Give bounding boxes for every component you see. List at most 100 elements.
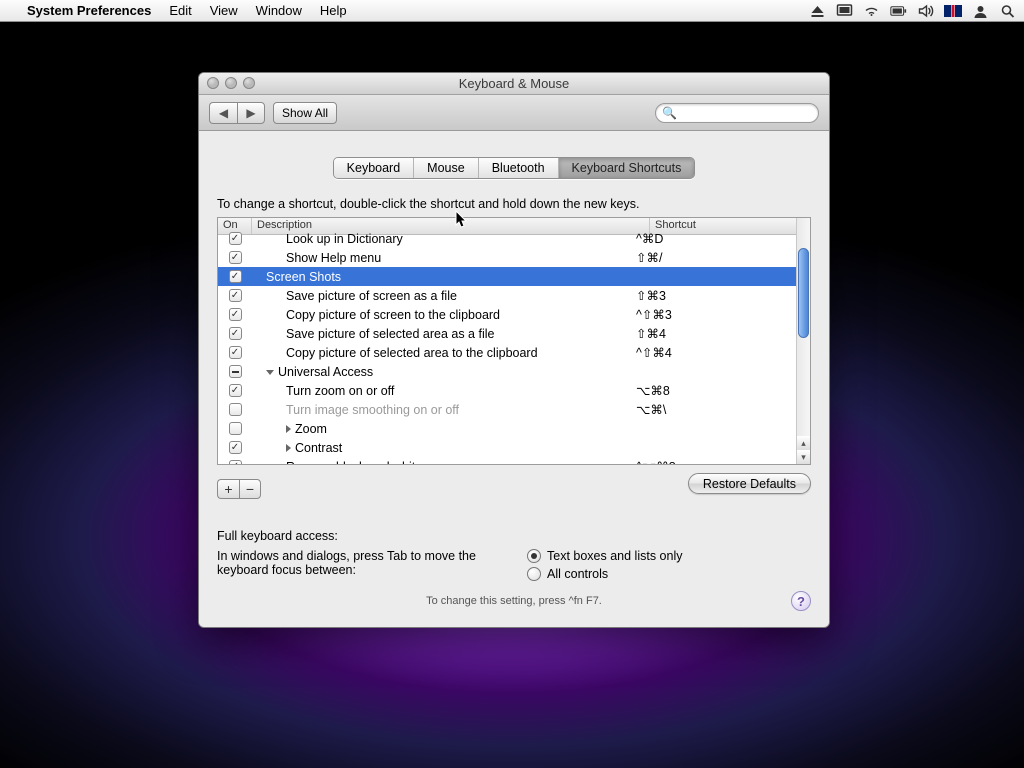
add-remove-group: + − [217,479,261,499]
menubar-window[interactable]: Window [247,3,311,18]
back-button[interactable]: ◀ [209,102,237,124]
input-source-icon[interactable] [944,5,962,17]
add-button[interactable]: + [217,479,239,499]
display-icon[interactable] [836,4,853,18]
table-row[interactable]: ✓ Save picture of screen as a file ⇧⌘3 [218,286,810,305]
tab-keyboard-shortcuts[interactable]: Keyboard Shortcuts [559,158,695,178]
shortcuts-table: On Description Shortcut ✓Look up in Dict… [217,217,811,465]
table-row[interactable]: ✓ Show Help menu ⇧⌘/ [218,248,810,267]
menubar-help[interactable]: Help [311,3,356,18]
row-shortcut[interactable]: ⇧⌘4 [636,326,796,341]
table-row[interactable]: ✓ Turn zoom on or off ⌥⌘8 [218,381,810,400]
row-shortcut[interactable]: ⌥⌘\ [636,402,796,417]
radio-label: All controls [547,567,608,581]
menubar-view[interactable]: View [201,3,247,18]
checkbox[interactable]: ✓ [229,460,242,464]
radio-text-boxes-only[interactable]: Text boxes and lists only [527,549,683,563]
checkbox[interactable]: ✓ [229,251,242,264]
fka-description: In windows and dialogs, press Tab to mov… [217,549,507,585]
spotlight-icon[interactable] [999,4,1016,18]
restore-defaults-button[interactable]: Restore Defaults [688,473,811,494]
row-shortcut[interactable]: ^⇧⌘3 [636,307,796,322]
table-row[interactable]: ✓Copy picture of screen to the clipboard… [218,305,810,324]
help-button[interactable]: ? [791,591,811,611]
menubar: System Preferences Edit View Window Help [0,0,1024,22]
scrollbar-track[interactable] [797,218,810,436]
table-row[interactable]: ✓Reverse black and white^⌥⌘8 [218,457,810,464]
row-label: Zoom [295,422,327,436]
scrollbar-thumb[interactable] [798,248,809,338]
row-shortcut[interactable]: ⇧⌘/ [636,250,796,265]
wifi-icon[interactable] [863,4,880,18]
checkbox[interactable] [229,403,242,416]
row-label: Save picture of screen as a file [286,289,457,303]
table-row[interactable]: ✓ Contrast [218,438,810,457]
table-row[interactable]: ✓Copy picture of selected area to the cl… [218,343,810,362]
checkbox[interactable]: ✓ [229,346,242,359]
row-shortcut[interactable]: ^⇧⌘4 [636,345,796,360]
remove-button[interactable]: − [239,479,261,499]
content-area: KeyboardMouseBluetoothKeyboard Shortcuts… [199,131,829,627]
radio-all-controls[interactable]: All controls [527,567,683,581]
tab-mouse[interactable]: Mouse [414,158,479,178]
checkbox[interactable]: ✓ [229,289,242,302]
checkbox[interactable]: ✓ [229,270,242,283]
fka-title: Full keyboard access: [217,529,811,543]
radio-dot-icon [527,549,541,563]
search-input[interactable] [681,106,812,120]
fka-hint: To change this setting, press ^fn F7. [217,595,811,607]
table-row[interactable]: Zoom [218,419,810,438]
checkbox[interactable]: ✓ [229,232,242,245]
table-body[interactable]: ✓ Look up in Dictionary ^⌘D ✓ Show Help menu… [218,229,810,464]
menubar-app[interactable]: System Preferences [18,3,160,18]
volume-icon[interactable] [917,4,934,18]
minimize-button[interactable] [225,77,237,89]
forward-button[interactable]: ▶ [237,102,265,124]
menubar-edit[interactable]: Edit [160,3,200,18]
window-title: Keyboard & Mouse [459,76,570,91]
traffic-lights [207,77,255,89]
row-shortcut[interactable]: ⌥⌘8 [636,383,796,398]
tab-bar: KeyboardMouseBluetoothKeyboard Shortcuts [217,157,811,179]
row-shortcut[interactable]: ^⌘D [636,231,796,246]
row-label: Save picture of selected area as a file [286,327,494,341]
row-label: Screen Shots [266,270,341,284]
table-row[interactable]: ✓ Screen Shots [218,267,810,286]
row-shortcut[interactable]: ⇧⌘3 [636,288,796,303]
checkbox[interactable]: ✓ [229,441,242,454]
disclosure-triangle-icon[interactable] [286,444,291,452]
scrollbar[interactable]: ▴ ▾ [796,218,810,464]
disclosure-triangle-icon[interactable] [286,425,291,433]
checkbox[interactable]: ✓ [229,384,242,397]
row-label: Contrast [295,441,342,455]
user-icon[interactable] [972,4,989,18]
row-label: Show Help menu [286,251,381,265]
eject-icon[interactable] [809,4,826,18]
table-row[interactable]: Universal Access [218,362,810,381]
titlebar[interactable]: Keyboard & Mouse [199,73,829,95]
checkbox[interactable]: ✓ [229,308,242,321]
checkbox[interactable]: ✓ [229,327,242,340]
checkbox[interactable] [229,365,242,378]
battery-icon[interactable] [890,4,907,18]
table-row[interactable]: ✓ Save picture of selected area as a file… [218,324,810,343]
scroll-up-button[interactable]: ▴ [797,436,810,450]
show-all-button[interactable]: Show All [273,102,337,124]
radio-label: Text boxes and lists only [547,549,683,563]
row-shortcut[interactable]: ^⌥⌘8 [636,459,796,464]
zoom-button[interactable] [243,77,255,89]
table-row[interactable]: Turn image smoothing on or off ⌥⌘\ [218,400,810,419]
close-button[interactable] [207,77,219,89]
checkbox[interactable] [229,422,242,435]
row-label: Look up in Dictionary [286,232,403,246]
row-label: Turn zoom on or off [286,384,394,398]
disclosure-triangle-icon[interactable] [266,370,274,375]
table-row[interactable]: ✓ Look up in Dictionary ^⌘D [218,229,810,248]
row-label: Turn image smoothing on or off [286,403,459,417]
search-field[interactable]: 🔍 [655,103,819,123]
tab-bluetooth[interactable]: Bluetooth [479,158,559,178]
search-icon: 🔍 [662,106,677,120]
scroll-down-button[interactable]: ▾ [797,450,810,464]
tab-keyboard[interactable]: Keyboard [334,158,415,178]
toolbar: ◀ ▶ Show All 🔍 [199,95,829,131]
